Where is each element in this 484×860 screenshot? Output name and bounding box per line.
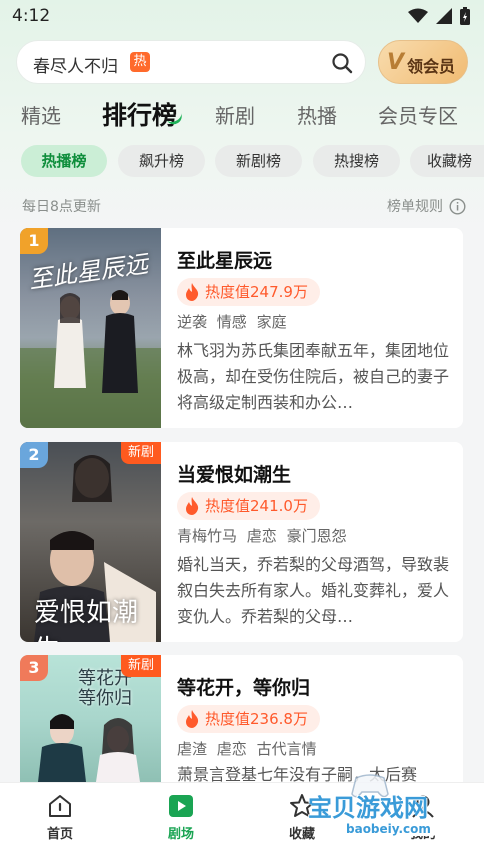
watermark-url: baobeiy.com (338, 822, 439, 836)
heat-text: 热度值241.0万 (205, 497, 308, 515)
search-query: 春尽人不归 (33, 57, 118, 77)
wifi-icon (408, 8, 428, 23)
watermark-text: 宝贝游戏网 (308, 794, 428, 822)
tab-trending[interactable]: 热播 (297, 100, 337, 129)
update-text: 每日8点更新 (22, 199, 101, 215)
chip-new-list[interactable]: 新剧榜 (215, 145, 302, 177)
tag: 豪门恩怨 (286, 527, 347, 545)
tag: 古代言情 (256, 740, 317, 758)
heat-value: 热度值236.8万 (177, 705, 320, 733)
heat-text: 热度值236.8万 (205, 710, 308, 728)
heat-value: 热度值247.9万 (177, 278, 320, 306)
main-tabs: 精选 排行榜 新剧 热播 会员专区 (0, 92, 484, 136)
flame-icon (186, 283, 199, 301)
tag: 虐恋 (246, 527, 277, 545)
chip-rising-list[interactable]: 飙升榜 (118, 145, 205, 177)
drama-tags: 虐渣 虐恋 古代言情 (177, 738, 322, 759)
drama-title: 当爱恨如潮生 (177, 464, 292, 486)
tag: 青梅竹马 (177, 527, 238, 545)
chip-hot-list[interactable]: 热播榜 (21, 145, 107, 177)
tag: 虐恋 (216, 740, 247, 758)
watermark: 宝贝游戏网 baobeiy.com (300, 770, 480, 850)
rank-badge: 3 (20, 655, 48, 681)
nav-theater[interactable]: 剧场 (141, 793, 221, 842)
drama-poster[interactable]: 等花开等你归 3 新剧 (20, 655, 161, 782)
status-time: 4:12 (12, 6, 51, 26)
home-icon (49, 795, 71, 817)
search-icon[interactable] (331, 52, 353, 74)
new-badge: 新剧 (121, 655, 161, 677)
rank-badge: 1 (20, 228, 48, 254)
drama-poster[interactable]: 爱恨如潮生 2 新剧 (20, 442, 161, 642)
drama-description: 林飞羽为苏氏集团奉献五年，集团地位极高，却在受伤住院后，被自己的妻子将高级定制西… (177, 341, 449, 412)
heat-text: 热度值247.9万 (205, 283, 308, 301)
tag: 家庭 (256, 313, 287, 331)
info-icon (449, 197, 466, 215)
rank-badge: 2 (20, 442, 48, 468)
tag: 虐渣 (177, 740, 208, 758)
nav-home[interactable]: 首页 (20, 793, 100, 842)
status-icons (408, 7, 470, 25)
tab-new-drama[interactable]: 新剧 (215, 100, 255, 129)
rules-link[interactable]: 榜单规则 (387, 196, 466, 216)
vip-icon: V (387, 50, 405, 75)
drama-tags: 青梅竹马 虐恋 豪门恩怨 (177, 525, 352, 546)
tab-ranking[interactable]: 排行榜 (102, 96, 177, 132)
battery-icon (460, 7, 470, 25)
vip-label: 领会员 (407, 57, 456, 76)
search-bar[interactable]: 春尽人不归 热 (16, 40, 366, 84)
tag: 逆袭 (177, 313, 208, 331)
drama-description: 婚礼当天，乔若梨的父母酒驾，导致裴叙白失去所有家人。婚礼变葬礼，爱人变仇人。乔若… (177, 555, 449, 626)
drama-tags: 逆袭 情感 家庭 (177, 311, 292, 332)
drama-card[interactable]: 等花开等你归 3 新剧 等花开，等你归 热度值236.8万 虐渣 虐恋 古代言情… (20, 655, 463, 782)
chip-favorite-list[interactable]: 收藏榜 (410, 145, 484, 177)
chip-search-list[interactable]: 热搜榜 (313, 145, 400, 177)
heat-value: 热度值241.0万 (177, 492, 320, 520)
new-badge: 新剧 (121, 442, 161, 464)
sub-tabs: 热播榜 飙升榜 新剧榜 热搜榜 收藏榜 (0, 145, 484, 179)
tag: 情感 (216, 313, 247, 331)
hot-tag: 热 (130, 52, 150, 72)
play-icon (169, 795, 193, 817)
status-bar: 4:12 (0, 0, 484, 34)
vip-button[interactable]: V 领会员 (378, 40, 468, 84)
tab-vip-zone[interactable]: 会员专区 (378, 100, 458, 129)
drama-title: 等花开，等你归 (177, 677, 311, 699)
rules-label: 榜单规则 (387, 199, 443, 215)
flame-icon (186, 497, 199, 515)
drama-card[interactable]: 至此星辰远 1 至此星辰远 热度值247.9万 逆袭 情感 家庭 林飞羽为苏氏集… (20, 228, 463, 428)
info-row: 每日8点更新 榜单规则 (22, 196, 466, 216)
flame-icon (186, 710, 199, 728)
drama-poster[interactable]: 至此星辰远 1 (20, 228, 161, 428)
poster-title: 爱恨如潮生 (34, 598, 139, 642)
drama-card[interactable]: 爱恨如潮生 2 新剧 当爱恨如潮生 热度值241.0万 青梅竹马 虐恋 豪门恩怨… (20, 442, 463, 642)
drama-title: 至此星辰远 (177, 250, 273, 272)
nav-label: 首页 (46, 827, 73, 842)
tab-featured[interactable]: 精选 (21, 100, 61, 129)
signal-icon (436, 8, 452, 24)
nav-label: 剧场 (167, 827, 194, 842)
